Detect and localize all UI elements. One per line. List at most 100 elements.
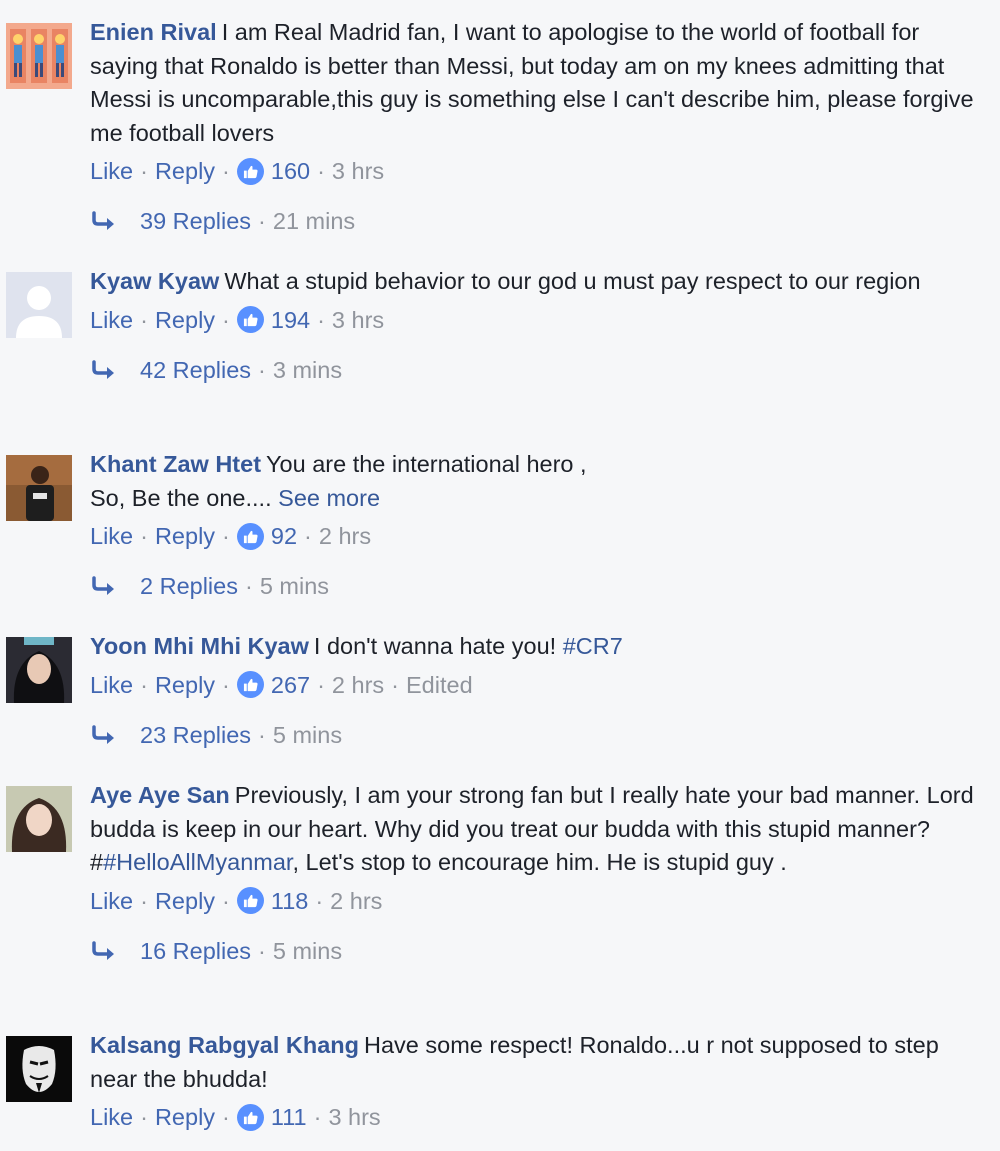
comment-list: Enien Rival I am Real Madrid fan, I want … [0, 0, 1000, 1151]
avatar[interactable] [6, 1036, 72, 1102]
reply-arrow-icon [92, 211, 114, 230]
like-button[interactable]: Like [90, 521, 133, 551]
like-count[interactable]: 111 [271, 1102, 307, 1132]
comment-time[interactable]: 2 hrs [330, 886, 382, 916]
like-button[interactable]: Like [90, 670, 133, 700]
thumbs-up-icon[interactable] [236, 887, 264, 914]
reply-arrow-icon [92, 940, 114, 960]
thumbs-up-icon[interactable] [236, 1103, 264, 1131]
like-button[interactable]: Like [90, 305, 133, 335]
edited-label[interactable]: Edited [406, 670, 473, 700]
comment-author[interactable]: Yoon Mhi Mhi Kyaw [90, 633, 309, 659]
separator-dot: · [391, 671, 399, 698]
like-count[interactable]: 194 [271, 305, 310, 335]
reply-button[interactable]: Reply [155, 521, 215, 551]
separator-dot: · [258, 721, 266, 748]
avatar[interactable] [6, 637, 72, 703]
replies-link[interactable]: 42 Replies · 3 mins [90, 355, 980, 385]
separator-dot: · [140, 1104, 148, 1130]
reply-arrow-icon [92, 576, 114, 595]
comment-author[interactable]: Enien Rival [90, 19, 217, 45]
like-count[interactable]: 118 [271, 886, 308, 916]
separator-dot: · [315, 887, 324, 914]
thumbs-up-icon[interactable] [236, 306, 264, 333]
comment-time[interactable]: 2 hrs [332, 670, 384, 700]
comment-actions: Like · Reply · 111 · 3 hrs [90, 1102, 980, 1132]
separator-dot: · [317, 306, 325, 333]
reply-button[interactable]: Reply [155, 305, 215, 335]
portrait-photo-avatar [6, 637, 72, 703]
reply-time: 3 mins [272, 356, 343, 383]
avatar[interactable] [6, 272, 72, 338]
comment-text: Kyaw Kyaw What a stupid behavior to our g… [90, 265, 980, 299]
see-more-link[interactable]: See more [278, 485, 380, 511]
comment-time[interactable]: 2 hrs [319, 521, 371, 551]
separator-dot: · [140, 306, 148, 333]
comment-time[interactable]: 3 hrs [328, 1102, 380, 1132]
thumbs-up-icon[interactable] [236, 522, 264, 550]
comment-actions: Like · Reply · 118 · 2 hrs [90, 886, 980, 916]
hashtag-link[interactable]: #CR7 [563, 633, 623, 659]
reply-time: 5 mins [259, 573, 330, 599]
replies-count[interactable]: 2 Replies [140, 571, 238, 601]
separator-dot: · [244, 573, 253, 599]
comment-author[interactable]: Khant Zaw Htet [90, 451, 261, 477]
reply-button[interactable]: Reply [155, 1102, 215, 1132]
comment-body-end: , Let's stop to encourage him. He is stu… [292, 849, 787, 875]
reply-button[interactable]: Reply [155, 886, 215, 916]
avatar[interactable] [6, 786, 72, 852]
like-button[interactable]: Like [90, 156, 133, 186]
replies-link[interactable]: 39 Replies · 21 mins [90, 206, 980, 236]
replies-count[interactable]: 23 Replies [140, 720, 251, 750]
replies-link[interactable]: 2 Replies · 5 mins [90, 571, 980, 601]
separator-dot: · [222, 523, 230, 549]
replies-link[interactable]: 16 Replies · 5 mins [90, 936, 980, 966]
default-silhouette-avatar [6, 272, 72, 338]
hashtag-link[interactable]: #HelloAllMyanmar [103, 849, 292, 875]
comment-author[interactable]: Kyaw Kyaw [90, 268, 219, 294]
comment-actions: Like · Reply · 267 · 2 hrs · Edited [90, 670, 980, 700]
reply-button[interactable]: Reply [155, 156, 215, 186]
comment-body: What a stupid behavior to our god u must… [224, 268, 921, 294]
separator-dot: · [313, 1104, 322, 1130]
comment-actions: Like · Reply · 160 · 3 hrs [90, 156, 980, 186]
like-button[interactable]: Like [90, 886, 133, 916]
comment-text: Enien Rival I am Real Madrid fan, I want … [90, 16, 980, 150]
avatar[interactable] [6, 455, 72, 521]
thumbs-up-icon[interactable] [236, 157, 264, 185]
comment-author[interactable]: Aye Aye San [90, 782, 230, 808]
separator-dot: · [222, 158, 230, 184]
separator-dot: · [222, 887, 230, 914]
comment-time[interactable]: 3 hrs [332, 305, 384, 335]
cartoon-figures-avatar [6, 23, 72, 89]
comment-time[interactable]: 3 hrs [332, 156, 384, 186]
comment-body-line2: So, Be the one.... [90, 484, 272, 511]
separator-dot: · [258, 208, 266, 234]
avatar[interactable] [6, 23, 72, 89]
separator-dot: · [140, 887, 148, 914]
separator-dot: · [258, 356, 266, 383]
replies-count[interactable]: 16 Replies [140, 936, 251, 966]
like-count[interactable]: 92 [271, 521, 297, 551]
person-photo-avatar [6, 455, 72, 521]
like-count[interactable]: 160 [271, 156, 310, 186]
comment-actions: Like · Reply · 92 · 2 hrs [90, 521, 980, 551]
replies-count[interactable]: 42 Replies [140, 355, 251, 385]
comment-actions: Like · Reply · 194 · 3 hrs [90, 305, 980, 335]
comment-author[interactable]: Kalsang Rabgyal Khang [90, 1032, 359, 1058]
separator-dot: · [140, 671, 148, 698]
like-count[interactable]: 267 [271, 670, 310, 700]
replies-count[interactable]: 39 Replies [140, 206, 251, 236]
comment-body: I am Real Madrid fan, I want to apologis… [90, 19, 974, 146]
reply-time: 5 mins [272, 937, 343, 964]
thumbs-up-icon[interactable] [236, 671, 264, 698]
separator-dot: · [258, 937, 266, 964]
mask-avatar [6, 1036, 72, 1102]
like-button[interactable]: Like [90, 1102, 133, 1132]
reply-arrow-icon [92, 724, 114, 744]
replies-link[interactable]: 23 Replies · 5 mins [90, 720, 980, 750]
reply-button[interactable]: Reply [155, 670, 215, 700]
comment-text: Yoon Mhi Mhi Kyaw I don't wanna hate you!… [90, 630, 980, 664]
separator-dot: · [140, 158, 148, 184]
separator-dot: · [222, 1104, 230, 1130]
